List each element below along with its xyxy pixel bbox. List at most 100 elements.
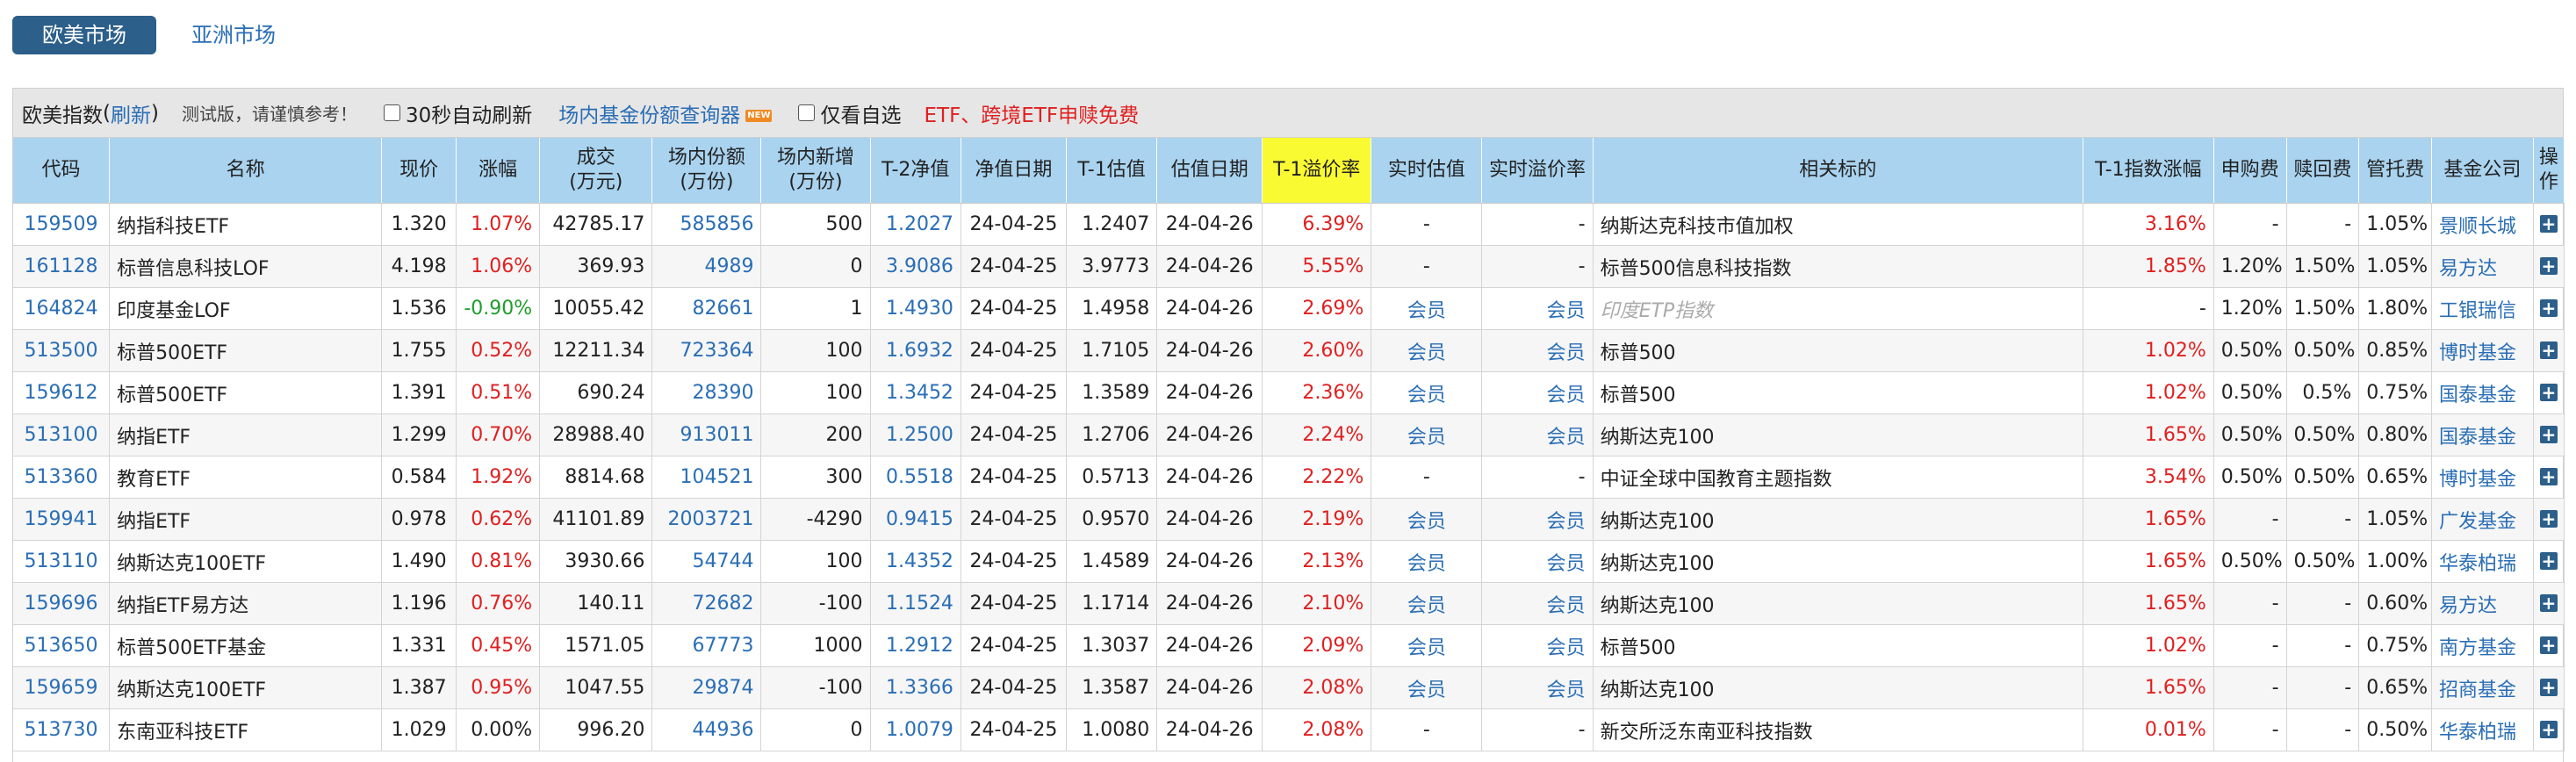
fund-company-link[interactable]: 博时基金 (2431, 329, 2534, 372)
realtime-estimate-cell[interactable]: 会员 (1371, 329, 1483, 372)
shares-link[interactable]: 72682 (651, 582, 762, 625)
shares-link[interactable]: 82661 (651, 287, 762, 330)
shares-link[interactable]: 104521 (651, 456, 762, 499)
share-query-link[interactable]: 场内基金份额查询器 NEW (558, 98, 773, 128)
fund-company-link[interactable]: 工银瑞信 (2431, 287, 2534, 330)
realtime-estimate-cell[interactable]: 会员 (1371, 582, 1483, 625)
plus-icon[interactable]: + (2539, 426, 2558, 443)
fund-code-link[interactable]: 159612 (13, 371, 111, 414)
shares-link[interactable]: 29874 (651, 666, 762, 709)
realtime-estimate-cell[interactable]: 会员 (1371, 413, 1483, 456)
plus-icon[interactable]: + (2539, 299, 2558, 317)
fund-company-link[interactable]: 广发基金 (2431, 498, 2534, 541)
tab-europe-america[interactable]: 欧美市场 (12, 16, 156, 54)
fund-code-link[interactable]: 159659 (13, 666, 111, 709)
realtime-estimate-cell[interactable]: 会员 (1371, 287, 1483, 330)
shares-link[interactable]: 67773 (651, 624, 762, 667)
fund-company-link[interactable]: 博时基金 (2431, 456, 2534, 499)
action-cell[interactable]: + (2533, 203, 2565, 246)
shares-link[interactable]: 44936 (651, 708, 762, 751)
fund-company-link[interactable]: 国泰基金 (2431, 371, 2534, 414)
fund-code-link[interactable]: 513650 (13, 624, 111, 667)
fund-code-link[interactable]: 513100 (13, 413, 111, 456)
realtime-estimate-cell[interactable]: 会员 (1371, 540, 1483, 583)
nav-link[interactable]: 0.5518 (870, 456, 961, 499)
realtime-premium-cell[interactable]: 会员 (1481, 371, 1594, 414)
nav-link[interactable]: 1.2912 (870, 624, 961, 667)
realtime-estimate-cell[interactable]: 会员 (1371, 371, 1483, 414)
shares-link[interactable]: 913011 (651, 413, 762, 456)
watchlist-toggle[interactable]: 仅看自选 (798, 98, 901, 128)
nav-link[interactable]: 1.4930 (870, 287, 961, 330)
plus-icon[interactable]: + (2539, 510, 2558, 528)
fund-company-link[interactable]: 招商基金 (2431, 666, 2534, 709)
shares-link[interactable]: 585856 (651, 203, 762, 246)
nav-link[interactable]: 3.9086 (870, 245, 961, 288)
action-cell[interactable]: + (2533, 456, 2565, 499)
fund-code-link[interactable]: 159941 (13, 498, 111, 541)
nav-link[interactable]: 1.0079 (870, 708, 961, 751)
shares-link[interactable]: 54744 (651, 540, 762, 583)
fund-code-link[interactable]: 161128 (13, 245, 111, 288)
plus-icon[interactable]: + (2539, 552, 2558, 570)
fund-company-link[interactable]: 易方达 (2431, 582, 2534, 625)
nav-link[interactable]: 1.1524 (870, 582, 961, 625)
realtime-premium-cell[interactable]: 会员 (1481, 413, 1594, 456)
fund-code-link[interactable]: 164824 (13, 287, 111, 330)
auto-refresh-toggle[interactable]: 30秒自动刷新 (383, 98, 532, 128)
nav-link[interactable]: 1.2500 (870, 413, 961, 456)
nav-link[interactable]: 1.3366 (870, 666, 961, 709)
action-cell[interactable]: + (2533, 329, 2565, 372)
fund-code-link[interactable]: 159509 (13, 203, 111, 246)
nav-link[interactable]: 1.4352 (870, 540, 961, 583)
realtime-estimate-cell[interactable]: 会员 (1371, 498, 1483, 541)
action-cell[interactable]: + (2533, 582, 2565, 625)
action-cell[interactable]: + (2533, 371, 2565, 414)
watchlist-checkbox[interactable] (798, 104, 816, 121)
plus-icon[interactable]: + (2539, 594, 2558, 612)
fund-company-link[interactable]: 国泰基金 (2431, 413, 2534, 456)
realtime-premium-cell[interactable]: 会员 (1481, 624, 1594, 667)
realtime-premium-cell[interactable]: 会员 (1481, 666, 1594, 709)
nav-link[interactable]: 1.2027 (870, 203, 961, 246)
action-cell[interactable]: + (2533, 245, 2565, 288)
realtime-premium-cell[interactable]: 会员 (1481, 498, 1594, 541)
realtime-premium-cell[interactable]: 会员 (1481, 582, 1594, 625)
action-cell[interactable]: + (2533, 413, 2565, 456)
nav-link[interactable]: 1.6932 (870, 329, 961, 372)
plus-icon[interactable]: + (2539, 468, 2558, 485)
shares-link[interactable]: 723364 (651, 329, 762, 372)
fund-company-link[interactable]: 华泰柏瑞 (2431, 708, 2534, 751)
realtime-premium-cell[interactable]: 会员 (1481, 540, 1594, 583)
fund-company-link[interactable]: 易方达 (2431, 245, 2534, 288)
realtime-premium-cell[interactable]: 会员 (1481, 287, 1594, 330)
plus-icon[interactable]: + (2539, 721, 2558, 738)
tab-asia[interactable]: 亚洲市场 (162, 16, 306, 54)
realtime-premium-cell[interactable]: 会员 (1481, 329, 1594, 372)
fund-code-link[interactable]: 159696 (13, 582, 111, 625)
action-cell[interactable]: + (2533, 708, 2565, 751)
fund-code-link[interactable]: 513730 (13, 708, 111, 751)
plus-icon[interactable]: + (2539, 679, 2558, 696)
plus-icon[interactable]: + (2539, 215, 2558, 233)
shares-link[interactable]: 28390 (651, 371, 762, 414)
auto-refresh-checkbox[interactable] (383, 104, 400, 121)
action-cell[interactable]: + (2533, 624, 2565, 667)
refresh-link[interactable]: 刷新 (111, 98, 151, 128)
fund-code-link[interactable]: 513500 (13, 329, 111, 372)
realtime-estimate-cell[interactable]: 会员 (1371, 666, 1483, 709)
fund-company-link[interactable]: 南方基金 (2431, 624, 2534, 667)
fund-code-link[interactable]: 513360 (13, 456, 111, 499)
nav-link[interactable]: 0.9415 (870, 498, 961, 541)
plus-icon[interactable]: + (2539, 257, 2558, 275)
action-cell[interactable]: + (2533, 540, 2565, 583)
shares-link[interactable]: 2003721 (651, 498, 762, 541)
fund-code-link[interactable]: 513110 (13, 540, 111, 583)
fund-company-link[interactable]: 华泰柏瑞 (2431, 540, 2534, 583)
shares-link[interactable]: 4989 (651, 245, 762, 288)
fund-company-link[interactable]: 景顺长城 (2431, 203, 2534, 246)
action-cell[interactable]: + (2533, 287, 2565, 330)
plus-icon[interactable]: + (2539, 384, 2558, 401)
plus-icon[interactable]: + (2539, 636, 2558, 654)
realtime-estimate-cell[interactable]: 会员 (1371, 624, 1483, 667)
